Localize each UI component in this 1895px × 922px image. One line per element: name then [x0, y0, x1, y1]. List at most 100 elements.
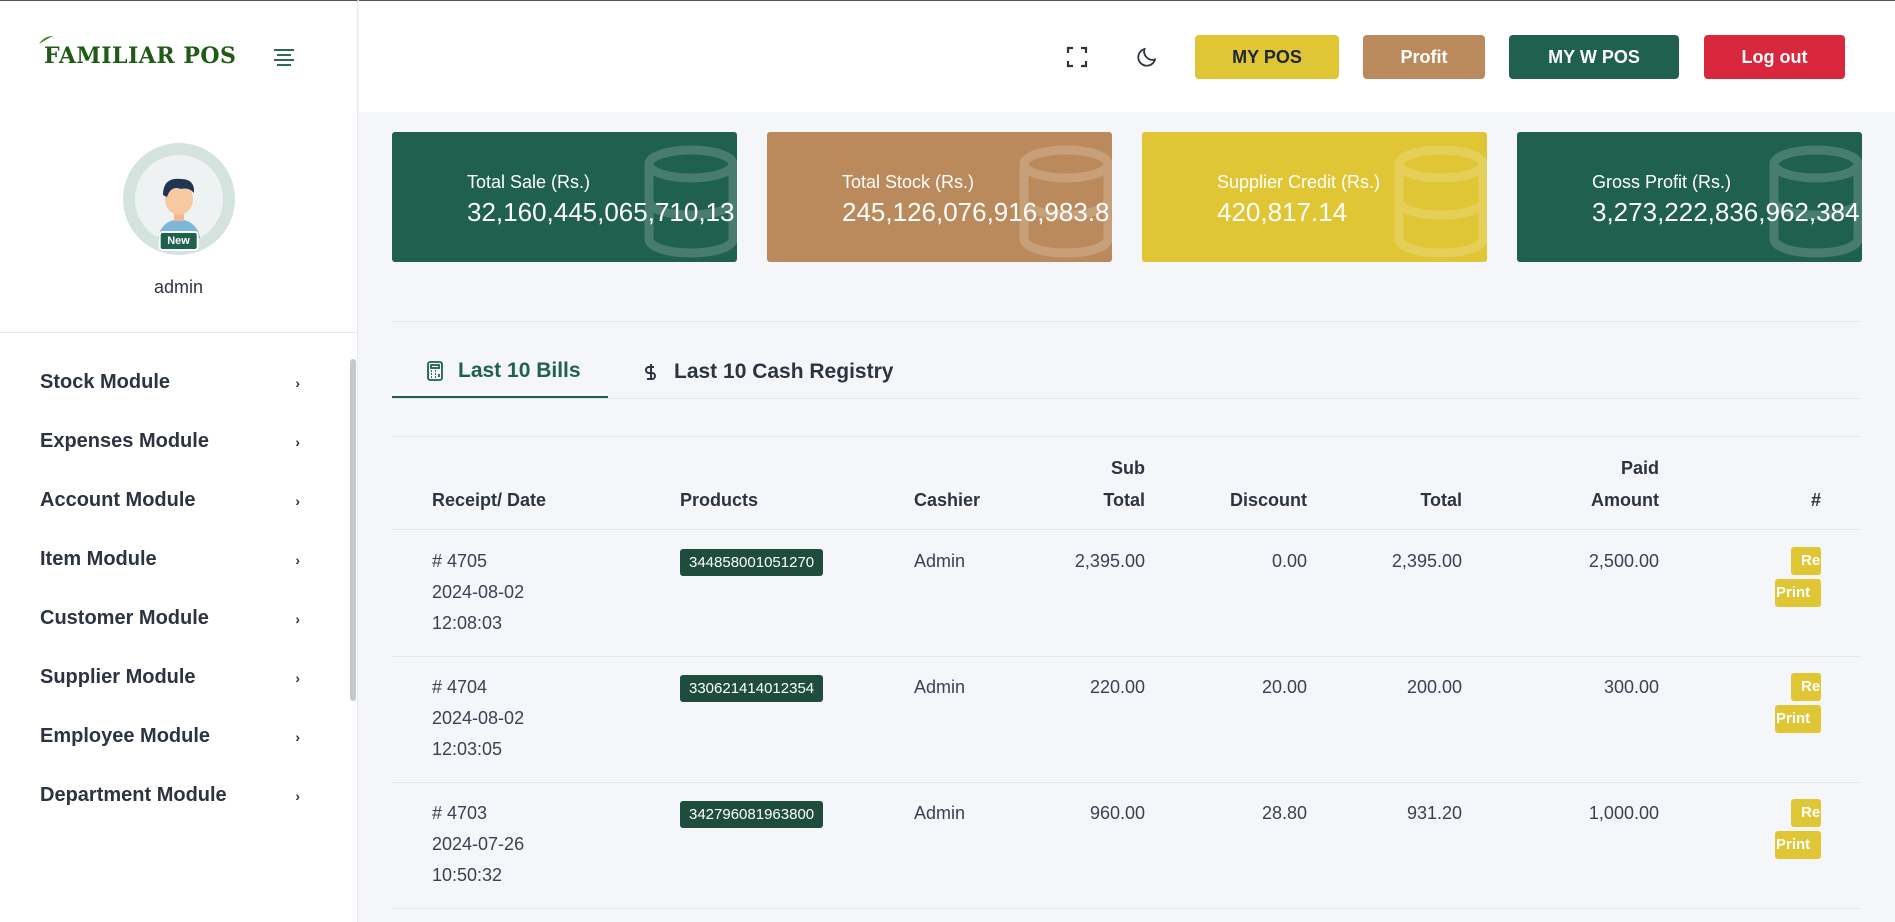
sidebar-item-employee[interactable]: Employee Module › — [0, 707, 350, 766]
avatar-image — [134, 155, 223, 243]
avatar[interactable]: New — [122, 143, 235, 255]
print-button[interactable]: Print — [1775, 579, 1821, 607]
receipt-date: 2024-08-02 — [432, 582, 525, 602]
database-icon — [1769, 145, 1862, 258]
sidebar-item-customer[interactable]: Customer Module › — [0, 589, 350, 648]
chevron-right-icon: › — [295, 728, 300, 745]
stat-label: Gross Profit (Rs.) — [1592, 172, 1732, 192]
sidebar-item-stock[interactable]: Stock Module › — [0, 353, 350, 412]
receipt-number: # 4705 — [432, 551, 488, 571]
cashier: Admin — [914, 677, 966, 697]
tab-last-10-bills[interactable]: Last 10 Bills — [392, 345, 608, 399]
header-sub-total-line2: Total — [1103, 490, 1145, 510]
dollar-icon — [645, 364, 656, 380]
sidebar-item-label: Supplier Module — [40, 666, 196, 688]
receipt-time: 10:50:32 — [432, 865, 503, 885]
database-icon — [1394, 145, 1487, 258]
total: 931.20 — [1406, 803, 1462, 823]
chevron-right-icon: › — [295, 610, 300, 627]
tab-label: Last 10 Cash Registry — [674, 360, 894, 383]
sidebar-item-label: Employee Module — [40, 725, 211, 747]
sidebar-item-expenses[interactable]: Expenses Module › — [0, 412, 350, 471]
header-products: Products — [680, 490, 759, 510]
stat-label: Supplier Credit (Rs.) — [1217, 172, 1381, 192]
paid-amount: 1,000.00 — [1588, 803, 1659, 823]
sidebar: FAMILIAR POS New admin Stock Module › Exp… — [0, 0, 358, 922]
tab-last-10-cash-registry[interactable]: Last 10 Cash Registry — [640, 345, 893, 399]
profile-name: admin — [153, 277, 204, 297]
reprint-button[interactable]: Re — [1791, 547, 1821, 575]
sidebar-item-department[interactable]: Department Module › — [0, 766, 350, 825]
reprint-button[interactable]: Re — [1791, 673, 1821, 701]
sub-total: 960.00 — [1089, 803, 1145, 823]
receipt-number: # 4704 — [432, 677, 488, 697]
cashier: Admin — [914, 803, 966, 823]
chevron-right-icon: › — [295, 433, 300, 450]
table-row: # 4704 2024-08-02 12:03:05 3306214140123… — [392, 657, 1861, 783]
chevron-right-icon: › — [295, 551, 300, 568]
chevron-right-icon: › — [295, 492, 300, 509]
print-button[interactable]: Print — [1775, 705, 1821, 733]
discount: 0.00 — [1271, 551, 1307, 571]
calculator-icon — [427, 360, 443, 381]
sidebar-item-supplier[interactable]: Supplier Module › — [0, 648, 350, 707]
sidebar-item-item[interactable]: Item Module › — [0, 530, 350, 589]
header-paid-line1: Paid — [1620, 458, 1659, 478]
receipt-time: 12:03:05 — [432, 739, 503, 759]
stat-label: Total Sale (Rs.) — [467, 172, 591, 192]
my-w-pos-button[interactable]: MY W POS — [1509, 35, 1679, 79]
moon-icon[interactable] — [1135, 45, 1159, 69]
profile: New admin — [0, 111, 357, 333]
tab-label: Last 10 Bills — [458, 358, 581, 382]
product-badge[interactable]: 342796081963800 — [680, 801, 824, 828]
receipt-time: 12:08:03 — [432, 613, 503, 633]
brand-name: FAMILIAR POS — [44, 43, 237, 69]
paid-amount: 2,500.00 — [1588, 551, 1659, 571]
table-row: # 4705 2024-08-02 12:08:03 3448580010512… — [392, 531, 1861, 657]
sidebar-item-label: Customer Module — [40, 607, 209, 629]
sidebar-item-account[interactable]: Account Module › — [0, 471, 350, 530]
print-button[interactable]: Print — [1775, 831, 1821, 859]
topbar: MY POS Profit MY W POS Log out — [359, 0, 1895, 112]
chevron-right-icon: › — [295, 374, 300, 391]
sub-total: 2,395.00 — [1074, 551, 1145, 571]
product-badge[interactable]: 330621414012354 — [680, 675, 824, 702]
sidebar-scrollbar[interactable] — [350, 359, 356, 701]
header-actions: # — [1810, 490, 1821, 510]
header-receipt: Receipt/ Date — [432, 490, 547, 510]
stat-card-total-sale: Total Sale (Rs.) 32,160,445,065,710,13 — [392, 132, 737, 262]
sidebar-item-label: Item Module — [40, 548, 157, 570]
database-icon — [644, 145, 737, 258]
sidebar-item-label: Stock Module — [40, 371, 171, 393]
divider — [392, 436, 1861, 437]
header-total: Total — [1420, 490, 1462, 510]
leaf-icon — [39, 36, 53, 44]
logout-button[interactable]: Log out — [1704, 35, 1845, 79]
sidebar-item-label: Expenses Module — [40, 430, 209, 452]
chevron-right-icon: › — [295, 669, 300, 686]
reprint-button[interactable]: Re — [1791, 799, 1821, 827]
stat-card-gross-profit: Gross Profit (Rs.) 3,273,222,836,962,384 — [1517, 132, 1862, 262]
sidebar-nav: Stock Module › Expenses Module › Account M… — [0, 353, 350, 825]
product-badge[interactable]: 344858001051270 — [680, 549, 824, 576]
total: 2,395.00 — [1391, 551, 1462, 571]
sub-total: 220.00 — [1089, 677, 1145, 697]
bills-table-header: Receipt/ Date Products Cashier Sub Total… — [392, 450, 1861, 530]
chevron-right-icon: › — [295, 787, 300, 804]
discount: 20.00 — [1261, 677, 1307, 697]
total: 200.00 — [1406, 677, 1462, 697]
table-row: # 4703 2024-07-26 10:50:32 3427960819638… — [392, 783, 1861, 909]
menu-toggle-icon[interactable] — [274, 49, 296, 66]
stat-value: 420,817.14 — [1217, 197, 1348, 227]
receipt-date: 2024-07-26 — [432, 834, 525, 854]
fullscreen-icon[interactable] — [1065, 45, 1089, 69]
header-discount: Discount — [1229, 490, 1307, 510]
receipt-number: # 4703 — [432, 803, 488, 823]
sidebar-item-label: Account Module — [40, 489, 196, 511]
brand-logo[interactable]: FAMILIAR POS — [39, 36, 237, 69]
database-icon — [1019, 145, 1112, 258]
new-badge: New — [158, 231, 199, 251]
profit-button[interactable]: Profit — [1363, 35, 1485, 79]
my-pos-button[interactable]: MY POS — [1195, 35, 1339, 79]
cashier: Admin — [914, 551, 966, 571]
